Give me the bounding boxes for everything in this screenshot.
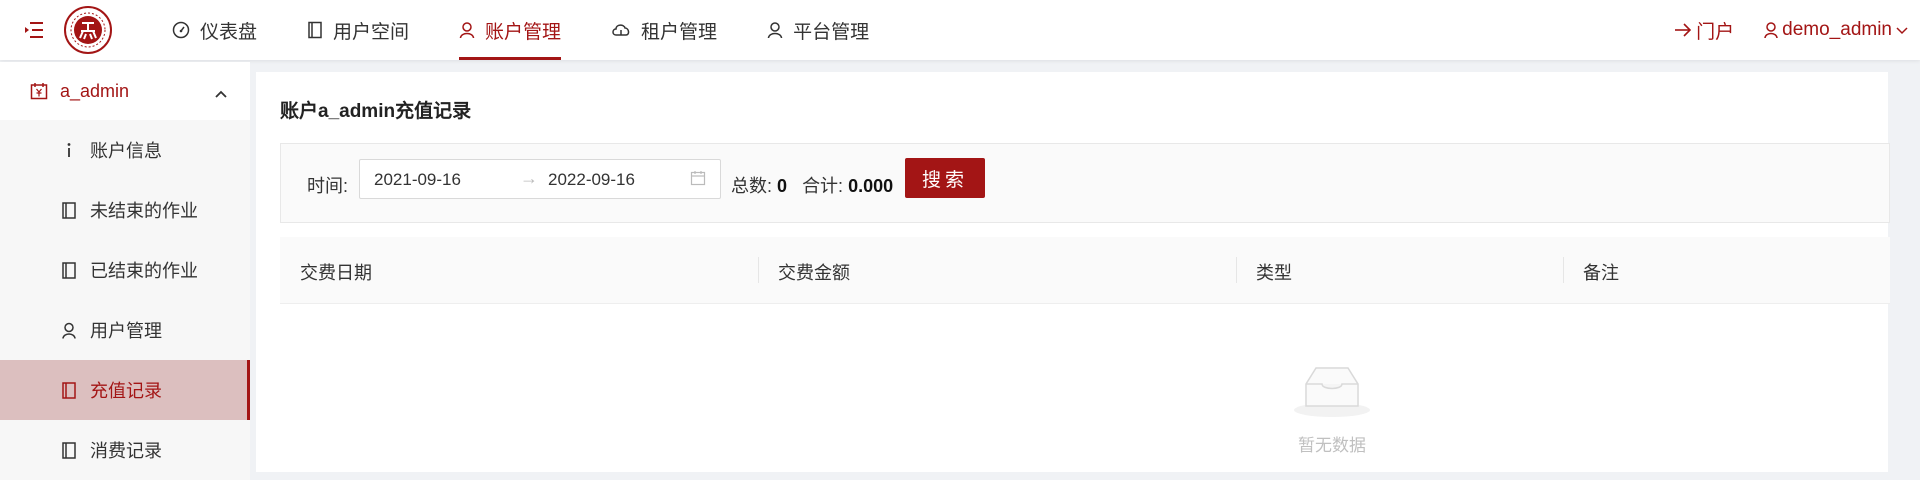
dashboard-icon — [172, 21, 190, 39]
nav-tenant-management-label: 租户管理 — [641, 21, 718, 43]
empty-inbox-icon — [1294, 367, 1370, 417]
book-icon — [308, 21, 322, 39]
user-menu[interactable]: demo_admin — [1764, 19, 1912, 41]
sidebar-item-label: 用户管理 — [90, 321, 162, 341]
sidebar-item-label: 已结束的作业 — [90, 261, 198, 281]
nav-platform-management-label: 平台管理 — [793, 21, 870, 43]
sidebar-group-account[interactable]: a_admin — [0, 62, 250, 120]
sidebar-item-account-info[interactable]: 账户信息 — [0, 120, 250, 180]
table-header: 交费日期 交费金额 类型 备注 — [280, 237, 1890, 304]
column-divider — [1236, 257, 1237, 283]
book-icon — [60, 261, 78, 279]
total-label: 总数: — [731, 176, 773, 196]
sidebar-item-label: 消费记录 — [90, 441, 162, 461]
sidebar-item-user-management[interactable]: 用户管理 — [0, 300, 250, 360]
range-arrow: → — [520, 168, 538, 188]
sidebar-item-label: 账户信息 — [90, 141, 162, 161]
top-nav: 仪表盘 用户空间 账户管理 租户管理 平台管理 — [172, 0, 919, 60]
book-icon — [60, 441, 78, 459]
empty-state: 暂无数据 — [1272, 362, 1392, 456]
nav-dashboard[interactable]: 仪表盘 — [172, 0, 257, 60]
search-button[interactable]: 搜索 — [905, 158, 985, 198]
total-value: 0 — [777, 176, 788, 196]
university-logo[interactable] — [64, 6, 112, 54]
menu-fold-icon[interactable] — [24, 21, 44, 39]
sum-label: 合计: — [802, 176, 844, 196]
portal-link[interactable]: 门户 — [1674, 17, 1734, 44]
main-content: 账户a_admin充值记录 时间: 2021-09-16 → 2022-09-1… — [256, 72, 1890, 472]
column-divider — [758, 257, 759, 283]
user-icon — [459, 22, 475, 39]
book-icon — [60, 381, 78, 399]
column-header-remark[interactable]: 备注 — [1583, 259, 1619, 285]
username-label: demo_admin — [1782, 19, 1892, 40]
column-header-amount[interactable]: 交费金额 — [778, 259, 850, 285]
column-header-date[interactable]: 交费日期 — [300, 259, 372, 285]
sum-value: 0.000 — [848, 176, 894, 196]
sidebar-item-label: 充值记录 — [90, 381, 162, 401]
nav-user-space-label: 用户空间 — [333, 21, 410, 43]
sidebar-item-label: 未结束的作业 — [90, 201, 198, 221]
page-title: 账户a_admin充值记录 — [280, 101, 472, 122]
sidebar-item-consumption-records[interactable]: 消费记录 — [0, 420, 250, 480]
user-icon — [767, 22, 783, 39]
top-header: 仪表盘 用户空间 账户管理 租户管理 平台管理 门户 demo_admin — [0, 0, 1920, 60]
user-icon — [60, 322, 78, 339]
nav-dashboard-label: 仪表盘 — [200, 21, 258, 43]
nav-account-management-label: 账户管理 — [485, 21, 562, 43]
end-date-input[interactable]: 2022-09-16 — [548, 170, 635, 190]
sidebar-submenu: 账户信息 未结束的作业 已结束的作业 用户管理 充值记录 消费记录 — [0, 120, 250, 480]
nav-platform-management[interactable]: 平台管理 — [767, 0, 869, 60]
book-icon — [60, 201, 78, 219]
sidebar-item-recharge-records[interactable]: 充值记录 — [0, 360, 250, 420]
summary-stats: 总数: 0 合计: 0.000 — [731, 172, 893, 198]
header-right: 门户 demo_admin — [1674, 0, 1920, 60]
sidebar-group-label: a_admin — [60, 80, 130, 101]
date-range-picker[interactable]: 2021-09-16 → 2022-09-16 — [359, 159, 721, 199]
filter-bar: 时间: 2021-09-16 → 2022-09-16 总数: 0 合计: 0.… — [280, 143, 1890, 223]
cloud-icon — [612, 24, 630, 36]
start-date-input[interactable]: 2021-09-16 — [374, 170, 461, 190]
info-icon — [60, 142, 78, 158]
portal-label: 门户 — [1696, 21, 1735, 43]
user-icon — [1764, 22, 1778, 39]
chevron-up-icon[interactable] — [214, 83, 228, 104]
nav-user-space[interactable]: 用户空间 — [307, 0, 409, 60]
time-label: 时间: — [307, 176, 349, 196]
sidebar: a_admin 账户信息 未结束的作业 已结束的作业 用户管理 充值记录 消费记… — [0, 62, 250, 480]
nav-tenant-management[interactable]: 租户管理 — [611, 0, 717, 60]
sidebar-item-finished-jobs[interactable]: 已结束的作业 — [0, 240, 250, 300]
calendar-icon[interactable] — [690, 170, 706, 191]
column-header-type[interactable]: 类型 — [1256, 259, 1292, 285]
nav-account-management[interactable]: 账户管理 — [459, 0, 562, 60]
sidebar-item-running-jobs[interactable]: 未结束的作业 — [0, 180, 250, 240]
account-book-icon — [30, 82, 48, 100]
column-divider — [1563, 257, 1564, 283]
arrow-right-icon — [1675, 23, 1692, 37]
chevron-down-icon — [1896, 27, 1908, 35]
empty-text: 暂无数据 — [1298, 436, 1366, 455]
